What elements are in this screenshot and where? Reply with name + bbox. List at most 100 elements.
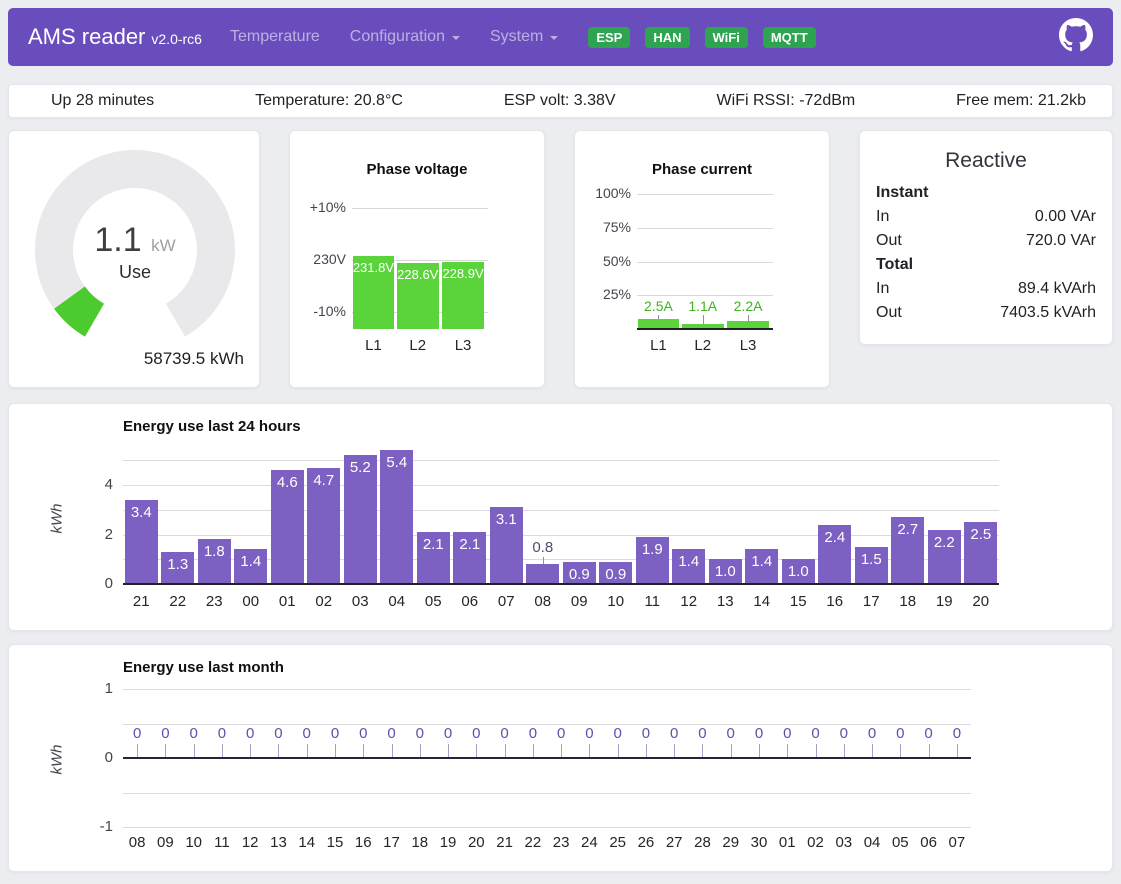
label-leader-line — [702, 744, 703, 757]
x-axis-label: L3 — [442, 337, 484, 354]
reactive-row-label: In — [876, 205, 889, 229]
label-leader-line — [363, 744, 364, 757]
x-axis-label: 13 — [707, 593, 744, 610]
x-axis-label: 17 — [853, 593, 890, 610]
x-axis-label: L2 — [682, 337, 724, 354]
total-energy-counter: 58739.5 kWh — [144, 349, 244, 369]
energy-24h-card: Energy use last 24 hours 024kWh3.4211.32… — [8, 403, 1113, 631]
label-leader-line — [335, 744, 336, 757]
x-axis-label: 03 — [830, 834, 858, 851]
bar-value-label: 0 — [551, 725, 571, 742]
reactive-card: Reactive InstantIn0.00 VArOut720.0 VArTo… — [859, 130, 1113, 345]
y-gridline — [637, 228, 773, 229]
bar-value-label: 0 — [325, 725, 345, 742]
nav-item-label: Configuration — [350, 28, 445, 46]
label-leader-line — [543, 557, 544, 564]
energy-bar — [526, 564, 559, 583]
y-axis-label: 2 — [83, 526, 113, 543]
bar-value-label: 3.4 — [125, 504, 158, 521]
x-axis-label: 24 — [575, 834, 603, 851]
bar-value-label: 1.0 — [709, 563, 742, 580]
x-axis-label: 02 — [306, 593, 343, 610]
x-axis-label: 06 — [452, 593, 489, 610]
label-leader-line — [448, 744, 449, 757]
reactive-section-heading: Instant — [876, 181, 1096, 205]
label-leader-line — [674, 744, 675, 757]
y-gridline — [123, 689, 971, 690]
x-axis-label: 30 — [745, 834, 773, 851]
x-axis-label: 04 — [858, 834, 886, 851]
x-axis-label: 07 — [488, 593, 525, 610]
label-leader-line — [392, 744, 393, 757]
bar-value-label: 0 — [268, 725, 288, 742]
bar-value-label: 3.1 — [490, 511, 523, 528]
status-item-3: WiFi RSSI: -72dBm — [717, 92, 856, 110]
bar-value-label: 0 — [155, 725, 175, 742]
reactive-title: Reactive — [860, 149, 1112, 173]
x-axis-label: 18 — [406, 834, 434, 851]
y-gridline — [123, 510, 999, 511]
energy-month-title: Energy use last month — [123, 659, 284, 676]
x-axis-label: 05 — [886, 834, 914, 851]
x-axis-label: 07 — [943, 834, 971, 851]
reactive-row-label: Out — [876, 229, 902, 253]
x-axis-label: 19 — [926, 593, 963, 610]
bar-value-label: 0 — [664, 725, 684, 742]
bar-value-label: 231.8V — [353, 260, 395, 275]
x-axis-label: 28 — [688, 834, 716, 851]
y-axis-label: 25% — [585, 286, 631, 302]
label-leader-line — [759, 744, 760, 757]
x-axis-label: 04 — [379, 593, 416, 610]
bar-value-label: 0 — [608, 725, 628, 742]
x-axis-label: 00 — [233, 593, 270, 610]
phase-voltage-card: Phase voltage +10%230V-10%231.8VL1228.6V… — [289, 130, 545, 388]
y-axis-label: -10% — [300, 303, 346, 319]
x-axis-label: 25 — [604, 834, 632, 851]
x-axis-baseline — [123, 583, 999, 585]
nav-item-configuration[interactable]: Configuration — [350, 28, 460, 46]
label-leader-line — [844, 744, 845, 757]
y-gridline — [123, 793, 971, 794]
bar-value-label: 0 — [523, 725, 543, 742]
app-title: AMS reader — [28, 24, 145, 50]
x-axis-label: 20 — [963, 593, 1000, 610]
label-leader-line — [929, 744, 930, 757]
x-axis-label: 22 — [160, 593, 197, 610]
status-badge-esp: ESP — [588, 27, 630, 48]
bar-value-label: 0 — [749, 725, 769, 742]
bar-value-label: 0 — [636, 725, 656, 742]
bar-value-label: 0.9 — [563, 566, 596, 583]
label-leader-line — [816, 744, 817, 757]
label-leader-line — [222, 744, 223, 757]
bar-value-label: 2.7 — [891, 521, 924, 538]
label-leader-line — [589, 744, 590, 757]
github-link[interactable] — [1059, 18, 1093, 57]
label-leader-line — [278, 744, 279, 757]
power-gauge-card: 1.1 kW Use 58739.5 kWh — [8, 130, 260, 388]
reactive-row-label: In — [876, 277, 889, 301]
app-brand[interactable]: AMS reader v2.0-rc6 — [28, 24, 202, 50]
x-axis-label: L3 — [727, 337, 769, 354]
y-gridline — [352, 208, 488, 209]
label-leader-line — [194, 744, 195, 757]
x-axis-label: 15 — [780, 593, 817, 610]
label-leader-line — [748, 315, 749, 321]
y-axis-label: 0 — [83, 575, 113, 592]
nav-item-temperature[interactable]: Temperature — [230, 28, 320, 46]
gauge-value-number: 1.1 — [94, 221, 141, 259]
y-gridline — [637, 295, 773, 296]
bar-value-label: 4.6 — [271, 474, 304, 491]
nav-item-system[interactable]: System — [490, 28, 558, 46]
bar-value-label: 1.4 — [672, 553, 705, 570]
bar-value-label: 1.0 — [782, 563, 815, 580]
bar-value-label: 2.4 — [818, 529, 851, 546]
bar-value-label: 0 — [721, 725, 741, 742]
bar-value-label: 0 — [353, 725, 373, 742]
label-leader-line — [618, 744, 619, 757]
bar-value-label: 4.7 — [307, 472, 340, 489]
gauge-value-arc — [69, 298, 94, 321]
bar-value-label: 0 — [240, 725, 260, 742]
x-axis-label: 22 — [519, 834, 547, 851]
status-badge-wifi: WiFi — [705, 27, 748, 48]
reactive-row-value: 0.00 VAr — [1035, 205, 1096, 229]
